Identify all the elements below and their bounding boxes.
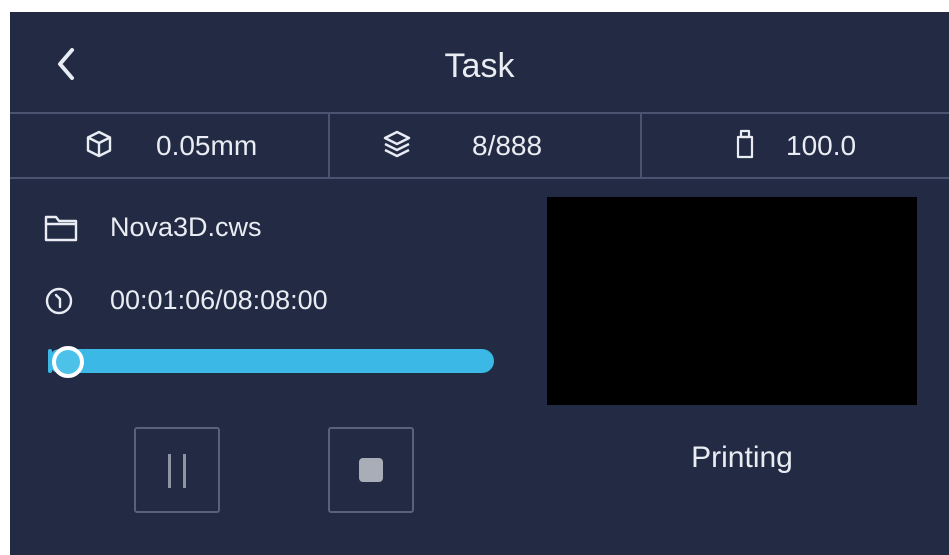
light-intensity-stat: 100.0	[642, 114, 949, 177]
layers-stat: 8/888	[330, 114, 640, 177]
file-name: Nova3D.cws	[110, 212, 262, 242]
clock-icon	[45, 287, 73, 315]
divider	[640, 114, 642, 177]
progress-bar[interactable]	[48, 349, 494, 373]
layer-preview	[547, 197, 917, 405]
divider	[10, 177, 949, 179]
layer-height-stat: 0.05mm	[10, 114, 328, 177]
light-intensity-value: 100.0	[786, 130, 857, 161]
cube-icon	[86, 130, 112, 158]
task-screen: Task 0.05mm 8/888 100.0 Nova3D.cws 00:01…	[10, 12, 949, 555]
stop-icon	[359, 458, 383, 482]
layers-value: 8/888	[472, 130, 543, 161]
progress-knob[interactable]	[52, 346, 84, 378]
folder-icon	[44, 215, 78, 242]
pause-button[interactable]	[134, 427, 220, 513]
header: Task	[10, 12, 949, 112]
print-time: 00:01:06/08:08:00	[110, 285, 328, 315]
usb-icon	[736, 129, 754, 159]
stop-button[interactable]	[328, 427, 414, 513]
layers-icon	[383, 130, 411, 158]
stats-row: 0.05mm 8/888 100.0	[10, 114, 949, 177]
page-title: Task	[444, 47, 515, 85]
status-text: Printing	[691, 441, 793, 474]
divider	[328, 114, 330, 177]
layer-height-value: 0.05mm	[156, 130, 258, 161]
